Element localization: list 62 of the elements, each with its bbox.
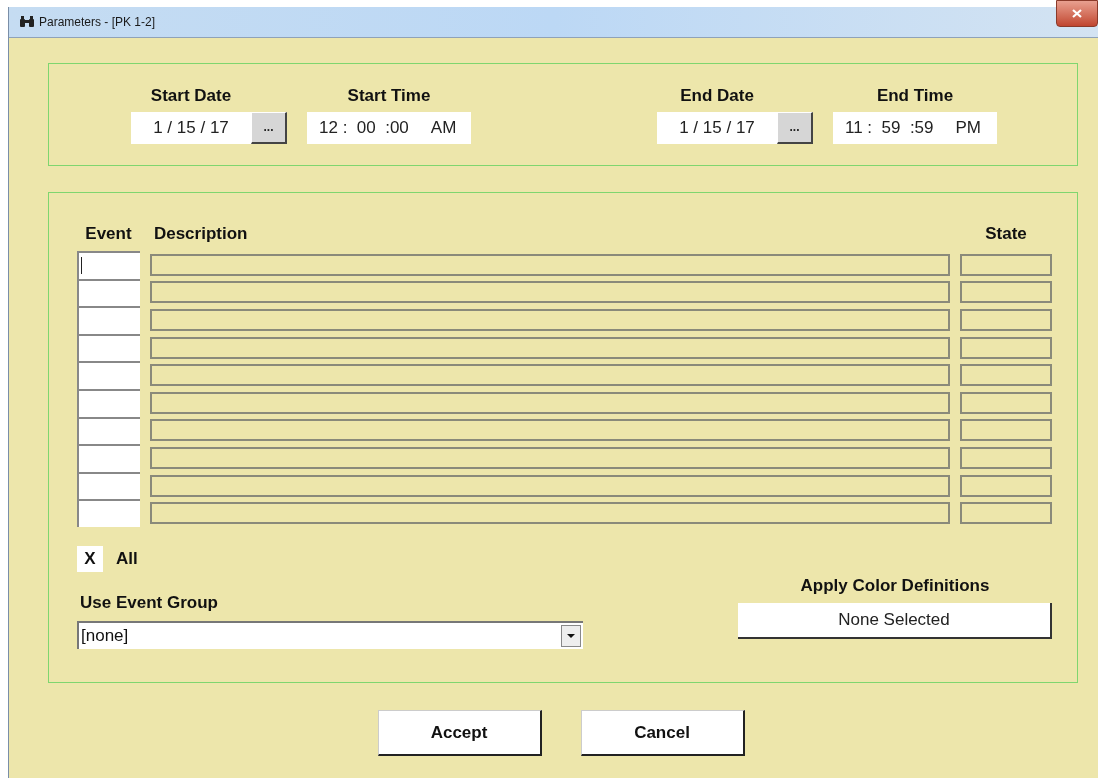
description-field[interactable] bbox=[149, 336, 951, 359]
description-field[interactable] bbox=[149, 309, 951, 331]
state-field[interactable] bbox=[960, 446, 1052, 469]
column-header: Event bbox=[85, 223, 132, 246]
state-field[interactable] bbox=[960, 474, 1052, 497]
event-field[interactable] bbox=[77, 388, 140, 417]
caret-icon bbox=[567, 633, 575, 638]
state-field[interactable] bbox=[960, 281, 1052, 304]
date-field[interactable]: 1 / 15 / 17 bbox=[657, 112, 777, 144]
state-field[interactable] bbox=[960, 419, 1052, 442]
column-header: State bbox=[985, 223, 1027, 246]
state-field[interactable] bbox=[960, 502, 1052, 525]
description-field[interactable] bbox=[149, 419, 951, 442]
event-field[interactable] bbox=[77, 499, 140, 527]
close-icon bbox=[1072, 9, 1082, 18]
time-value: 11 : 59 :59 bbox=[845, 117, 934, 140]
dropdown[interactable]: [none] bbox=[77, 620, 583, 649]
accept-button[interactable]: Accept bbox=[377, 710, 542, 756]
date-label: End Date bbox=[680, 86, 754, 106]
date-picker-button[interactable]: ... bbox=[777, 112, 813, 144]
checkbox-label: All bbox=[116, 548, 138, 571]
event-field[interactable] bbox=[77, 444, 140, 472]
event-field[interactable] bbox=[77, 333, 140, 362]
description-field[interactable] bbox=[149, 281, 951, 304]
am-pm-value: PM bbox=[955, 117, 982, 140]
event-field[interactable] bbox=[77, 278, 140, 307]
column-header: Description bbox=[153, 224, 248, 244]
description-field[interactable] bbox=[149, 253, 951, 276]
close-button[interactable] bbox=[1056, 0, 1098, 27]
event-field[interactable] bbox=[77, 471, 140, 500]
state-field[interactable] bbox=[960, 309, 1052, 331]
dropdown-arrow-button[interactable] bbox=[561, 624, 581, 647]
state-field[interactable] bbox=[960, 253, 1052, 276]
field-label: Apply Color Definitions bbox=[800, 575, 990, 596]
event-field[interactable] bbox=[77, 416, 140, 445]
cancel-button[interactable]: Cancel bbox=[580, 710, 745, 756]
time-field[interactable]: 12 : 00 :00 AM bbox=[307, 112, 471, 144]
event-field[interactable] bbox=[77, 306, 140, 334]
date-picker-button[interactable]: ... bbox=[251, 112, 287, 144]
time-label: Start Time bbox=[347, 86, 431, 106]
state-field[interactable] bbox=[960, 336, 1052, 359]
dropdown-value: [none] bbox=[80, 625, 130, 648]
state-field[interactable] bbox=[960, 391, 1052, 414]
event-field[interactable] bbox=[77, 361, 140, 389]
binoculars-icon bbox=[19, 16, 35, 28]
description-field[interactable] bbox=[149, 502, 951, 525]
time-value: 12 : 00 :00 bbox=[319, 117, 409, 140]
description-field[interactable] bbox=[149, 446, 951, 469]
date-field[interactable]: 1 / 15 / 17 bbox=[131, 112, 251, 144]
color-definitions-button[interactable]: None Selected bbox=[738, 602, 1052, 639]
time-label: End Time bbox=[876, 86, 954, 106]
window-title: Parameters - [PK 1-2] bbox=[39, 14, 156, 31]
field-label: Use Event Group bbox=[80, 592, 218, 613]
date-label: Start Date bbox=[150, 86, 232, 106]
am-pm-value: AM bbox=[430, 117, 457, 140]
event-field[interactable] bbox=[77, 251, 140, 279]
description-field[interactable] bbox=[149, 364, 951, 387]
checkbox[interactable]: X bbox=[77, 545, 103, 572]
state-field[interactable] bbox=[960, 364, 1052, 387]
description-field[interactable] bbox=[149, 474, 951, 497]
description-field[interactable] bbox=[149, 391, 951, 414]
time-field[interactable]: 11 : 59 :59 PM bbox=[833, 112, 997, 144]
